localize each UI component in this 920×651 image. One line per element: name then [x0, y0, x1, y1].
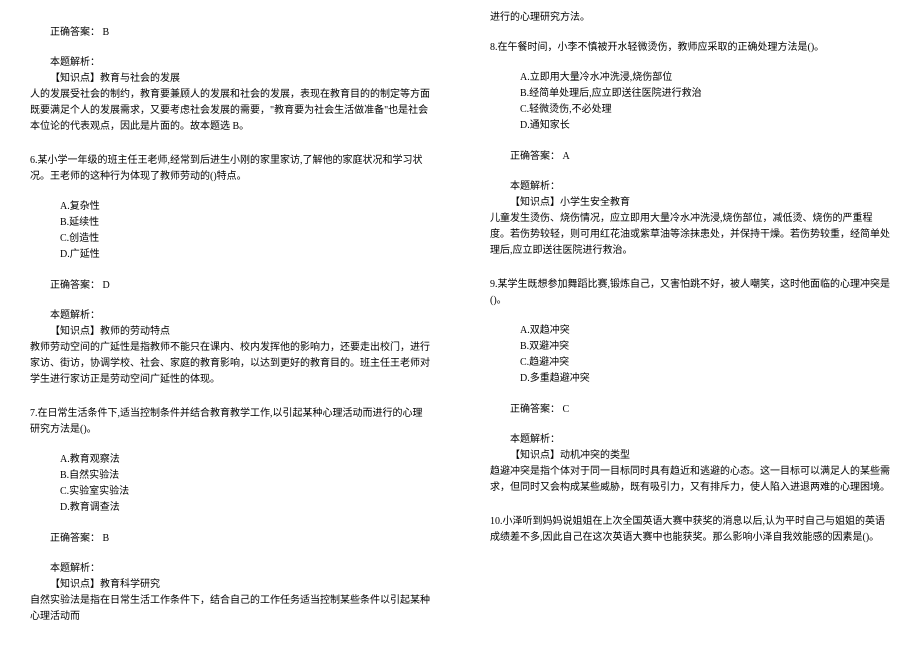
answer-value: C: [563, 404, 570, 415]
q8-optC: C.轻微烫伤,不必处理: [520, 102, 890, 118]
q7-optC: C.实验室实验法: [60, 484, 430, 500]
q6-optB: B.延续性: [60, 215, 430, 231]
answer-label: 正确答案：: [510, 404, 560, 415]
kpoint-value: 动机冲突的类型: [560, 450, 630, 461]
explain-text: 人的发展受社会的制约，教育要兼顾人的发展和社会的发展，表现在教育目的的制定等方面…: [30, 87, 430, 135]
kpoint-label: 【知识点】: [510, 450, 560, 461]
answer-line: 正确答案： B: [30, 24, 430, 41]
explain-text: 儿童发生烫伤、烧伤情况，应立即用大量冷水冲洗浸,烧伤部位，减低烫、烧伤的严重程度…: [490, 211, 890, 259]
answer-label: 正确答案：: [510, 151, 560, 162]
q8-optB: B.经简单处理后,应立即送往医院进行救治: [520, 86, 890, 102]
answer-line: 正确答案： D: [30, 277, 430, 294]
kpoint-line: 【知识点】教育与社会的发展: [30, 71, 430, 87]
q7: 7.在日常生活条件下,适当控制条件并结合教育教学工作,以引起某种心理活动而进行的…: [30, 406, 430, 625]
q6-options: A.复杂性 B.延续性 C.创造性 D.广延性: [30, 199, 430, 263]
kpoint-label: 【知识点】: [50, 579, 100, 590]
q7-optA: A.教育观察法: [60, 452, 430, 468]
kpoint-value: 教育与社会的发展: [100, 73, 180, 84]
answer-value: B: [103, 533, 110, 544]
answer-line: 正确答案： A: [490, 148, 890, 165]
kpoint-value: 小学生安全教育: [560, 197, 630, 208]
explain-block: 本题解析： 【知识点】教育与社会的发展 人的发展受社会的制约，教育要兼顾人的发展…: [30, 55, 430, 135]
answer-value: B: [103, 27, 110, 38]
kpoint-label: 【知识点】: [50, 73, 100, 84]
answer-label: 正确答案：: [50, 280, 100, 291]
explain-text: 教师劳动空间的广延性是指教师不能只在课内、校内发挥他的影响力，还要走出校门，进行…: [30, 340, 430, 388]
answer-label: 正确答案：: [50, 533, 100, 544]
q9-optD: D.多重趋避冲突: [520, 371, 890, 387]
kpoint-line: 【知识点】教育科学研究: [30, 577, 430, 593]
q9-stem: 9.某学生既想参加舞蹈比赛,锻炼自己，又害怕跳不好，被人嘲笑，这时他面临的心理冲…: [490, 277, 890, 309]
answer-line: 正确答案： B: [30, 530, 430, 547]
q9: 9.某学生既想参加舞蹈比赛,锻炼自己，又害怕跳不好，被人嘲笑，这时他面临的心理冲…: [490, 277, 890, 496]
q10: 10.小泽听到妈妈说姐姐在上次全国英语大赛中获奖的消息以后,认为平时自己与姐姐的…: [490, 514, 890, 546]
q7-explain-continued: 进行的心理研究方法。: [490, 10, 890, 26]
explain-block: 本题解析： 【知识点】动机冲突的类型 趋避冲突是指个体对于同一目标同时具有趋近和…: [490, 432, 890, 496]
q8-stem: 8.在午餐时间，小李不慎被开水轻微烫伤，教师应采取的正确处理方法是()。: [490, 40, 890, 56]
explain-block: 本题解析： 【知识点】教育科学研究 自然实验法是指在日常生活工作条件下，结合自己…: [30, 561, 430, 625]
explain-label: 本题解析：: [30, 308, 430, 324]
q6-stem: 6.某小学一年级的班主任王老师,经常到后进生小刚的家里家访,了解他的家庭状况和学…: [30, 153, 430, 185]
q5-tail: 正确答案： B 本题解析： 【知识点】教育与社会的发展 人的发展受社会的制约，教…: [30, 24, 430, 135]
kpoint-line: 【知识点】小学生安全教育: [490, 195, 890, 211]
explain-label: 本题解析：: [490, 432, 890, 448]
q9-optB: B.双避冲突: [520, 339, 890, 355]
explain-label: 本题解析：: [30, 55, 430, 71]
q9-options: A.双趋冲突 B.双避冲突 C.趋避冲突 D.多重趋避冲突: [490, 323, 890, 387]
kpoint-label: 【知识点】: [510, 197, 560, 208]
explain-label: 本题解析：: [30, 561, 430, 577]
q9-optA: A.双趋冲突: [520, 323, 890, 339]
explain-block: 本题解析： 【知识点】小学生安全教育 儿童发生烫伤、烧伤情况，应立即用大量冷水冲…: [490, 179, 890, 259]
answer-value: A: [563, 151, 570, 162]
kpoint-value: 教育科学研究: [100, 579, 160, 590]
q8: 8.在午餐时间，小李不慎被开水轻微烫伤，教师应采取的正确处理方法是()。 A.立…: [490, 40, 890, 259]
answer-label: 正确答案：: [50, 27, 100, 38]
q7-optB: B.自然实验法: [60, 468, 430, 484]
q6: 6.某小学一年级的班主任王老师,经常到后进生小刚的家里家访,了解他的家庭状况和学…: [30, 153, 430, 388]
kpoint-line: 【知识点】动机冲突的类型: [490, 448, 890, 464]
explain-text: 趋避冲突是指个体对于同一目标同时具有趋近和逃避的心态。这一目标可以满足人的某些需…: [490, 464, 890, 496]
explain-block: 本题解析： 【知识点】教师的劳动特点 教师劳动空间的广延性是指教师不能只在课内、…: [30, 308, 430, 388]
q9-optC: C.趋避冲突: [520, 355, 890, 371]
q8-options: A.立即用大量冷水冲洗浸,烧伤部位 B.经简单处理后,应立即送往医院进行救治 C…: [490, 70, 890, 134]
kpoint-label: 【知识点】: [50, 326, 100, 337]
explain-label: 本题解析：: [490, 179, 890, 195]
q6-optD: D.广延性: [60, 247, 430, 263]
q8-optD: D.通知家长: [520, 118, 890, 134]
answer-value: D: [103, 280, 110, 291]
answer-line: 正确答案： C: [490, 401, 890, 418]
kpoint-value: 教师的劳动特点: [100, 326, 170, 337]
kpoint-line: 【知识点】教师的劳动特点: [30, 324, 430, 340]
q10-stem: 10.小泽听到妈妈说姐姐在上次全国英语大赛中获奖的消息以后,认为平时自己与姐姐的…: [490, 514, 890, 546]
explain-text: 自然实验法是指在日常生活工作条件下，结合自己的工作任务适当控制某些条件以引起某种…: [30, 593, 430, 625]
q6-optA: A.复杂性: [60, 199, 430, 215]
q7-stem: 7.在日常生活条件下,适当控制条件并结合教育教学工作,以引起某种心理活动而进行的…: [30, 406, 430, 438]
q8-optA: A.立即用大量冷水冲洗浸,烧伤部位: [520, 70, 890, 86]
q7-options: A.教育观察法 B.自然实验法 C.实验室实验法 D.教育调查法: [30, 452, 430, 516]
q7-optD: D.教育调查法: [60, 500, 430, 516]
q6-optC: C.创造性: [60, 231, 430, 247]
